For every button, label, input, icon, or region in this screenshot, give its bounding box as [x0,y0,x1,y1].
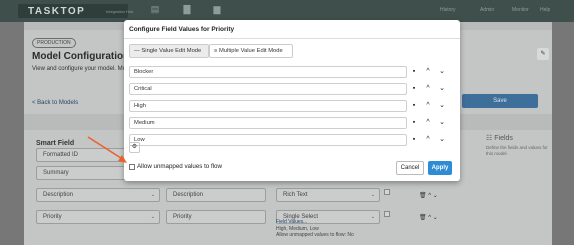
arrow-line [87,136,125,161]
annotation-arrow-icon [87,136,127,163]
